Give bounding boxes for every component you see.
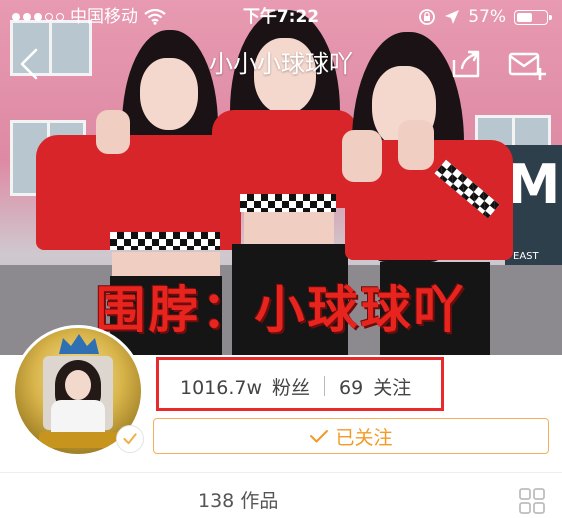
following-label: 关注: [373, 376, 412, 399]
works-tab[interactable]: 138 作品: [198, 488, 278, 514]
battery-percentage: 57%: [468, 7, 506, 27]
followers-label: 粉丝: [272, 376, 311, 399]
background-sign: M EAST: [505, 145, 562, 280]
avatar-photo-body: [51, 400, 105, 434]
profile-stats: 1016.7w 粉丝 69 关注: [180, 372, 411, 400]
avatar-photo-face: [65, 370, 91, 400]
rotation-lock-icon: [419, 9, 436, 25]
section-divider: [0, 472, 562, 473]
followers-stat[interactable]: 1016.7w 粉丝: [180, 373, 310, 400]
followed-button[interactable]: 已关注: [153, 418, 549, 454]
works-count: 138: [198, 490, 235, 512]
followers-count: 1016.7w: [180, 376, 263, 399]
checkmark-icon: [310, 430, 329, 443]
battery-icon: [514, 9, 552, 25]
verified-badge-icon: [116, 425, 144, 453]
following-stat[interactable]: 69 关注: [339, 373, 411, 400]
works-label: 作品: [240, 490, 279, 512]
location-arrow-icon: [445, 10, 460, 24]
avatar-ribbon-decoration: [39, 432, 123, 448]
share-icon[interactable]: [448, 46, 484, 82]
message-plus-icon[interactable]: [506, 46, 546, 82]
following-count: 69: [339, 376, 364, 399]
grid-view-icon[interactable]: [518, 487, 546, 515]
status-bar: 中国移动 下午7:22 57%: [0, 0, 562, 34]
avatar-crown-decoration: [59, 334, 99, 354]
stats-divider: [324, 376, 326, 396]
status-right: 57%: [418, 0, 552, 34]
followed-button-label: 已关注: [335, 426, 393, 449]
